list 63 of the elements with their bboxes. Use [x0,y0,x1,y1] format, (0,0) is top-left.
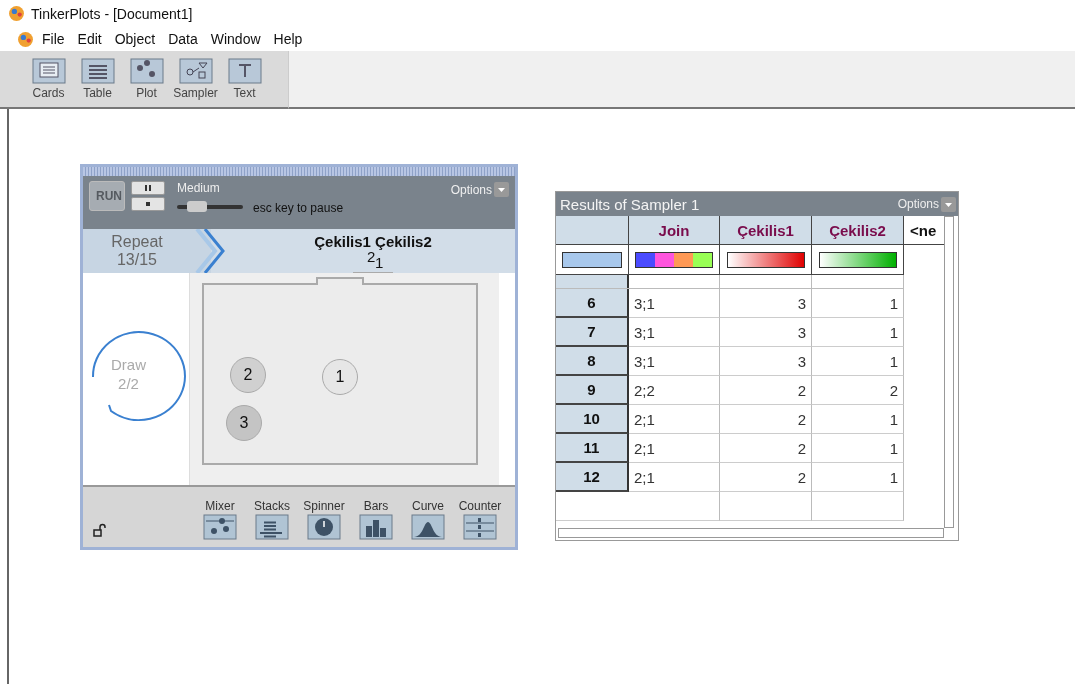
window-title: TinkerPlots - [Document1] [31,5,193,22]
repeat-count: 13/15 [116,251,157,270]
repeat-label: Repeat [111,233,163,252]
toolbar-button[interactable]: Table [75,58,120,107]
row-number: 12 [556,463,629,492]
table-cell: 1 [812,289,904,318]
row-number: 9 [556,376,629,405]
row-number: 10 [556,405,629,434]
outcome-value: 1 [375,254,384,272]
table-cell: 1 [812,463,904,492]
device-button[interactable]: Curve [403,499,453,541]
table-cell: 1 [812,347,904,376]
table-cell: 1 [812,318,904,347]
menu-item[interactable]: File [42,31,65,47]
toolbar-button[interactable]: Plot [124,58,169,107]
table-cell: 2;1 [629,405,720,434]
table-cell: 1 [812,434,904,463]
ball[interactable]: 3 [226,405,262,442]
draw-count: 2/2 [118,374,139,394]
row-number: 11 [556,434,629,463]
toolbar-button[interactable]: Cards [26,58,71,107]
menu-item[interactable]: Window [210,31,261,47]
table-cell: 2;1 [629,463,720,492]
menu-item[interactable]: Help [273,31,303,47]
toolbar-button[interactable]: Sampler [173,58,218,107]
ball[interactable]: 2 [230,357,266,394]
table-cell: 2;2 [629,376,720,405]
table-title: Results of Sampler 1 [560,195,700,213]
table-cell: 2;1 [629,434,720,463]
column-header[interactable]: Çekilis1 [720,216,812,245]
table-cell: 2 [720,434,812,463]
table-cell: 2 [720,405,812,434]
toolbar-button[interactable]: Text [222,58,267,107]
table-cell: 1 [812,405,904,434]
table-cell: 2 [720,376,812,405]
draw-label: Draw [111,355,146,375]
device-button[interactable]: Mixer [195,499,245,541]
table-cell: 2 [720,463,812,492]
options-menu[interactable]: Options [450,182,509,198]
device-button[interactable]: Bars [351,499,401,541]
row-number: 6 [556,289,629,318]
menu-item[interactable]: Edit [77,31,102,47]
menu-item[interactable]: Data [168,31,198,47]
table-cell: 3;1 [629,289,720,318]
device-button[interactable]: Stacks [247,499,297,541]
table-cell: 3 [720,318,812,347]
column-header[interactable]: Join [629,216,720,245]
table-cell: 3 [720,289,812,318]
outcome-value: 2 [367,248,376,266]
device-button[interactable]: Spinner [299,499,349,541]
device-button[interactable]: Counter [455,499,505,541]
column-header[interactable]: Çekilis2 [812,216,904,245]
table-cell: 3;1 [629,318,720,347]
speed-label: Medium [177,181,221,196]
row-number: 8 [556,347,629,376]
row-number: 7 [556,318,629,347]
table-cell: 3 [720,347,812,376]
table-cell: 3;1 [629,347,720,376]
ball[interactable]: 1 [322,359,358,396]
pause-hint: esc key to pause [253,201,344,216]
menu-item[interactable]: Object [114,31,156,47]
attribute-names: Çekilis1 Çekilis2 [314,233,432,251]
table-cell: 2 [812,376,904,405]
